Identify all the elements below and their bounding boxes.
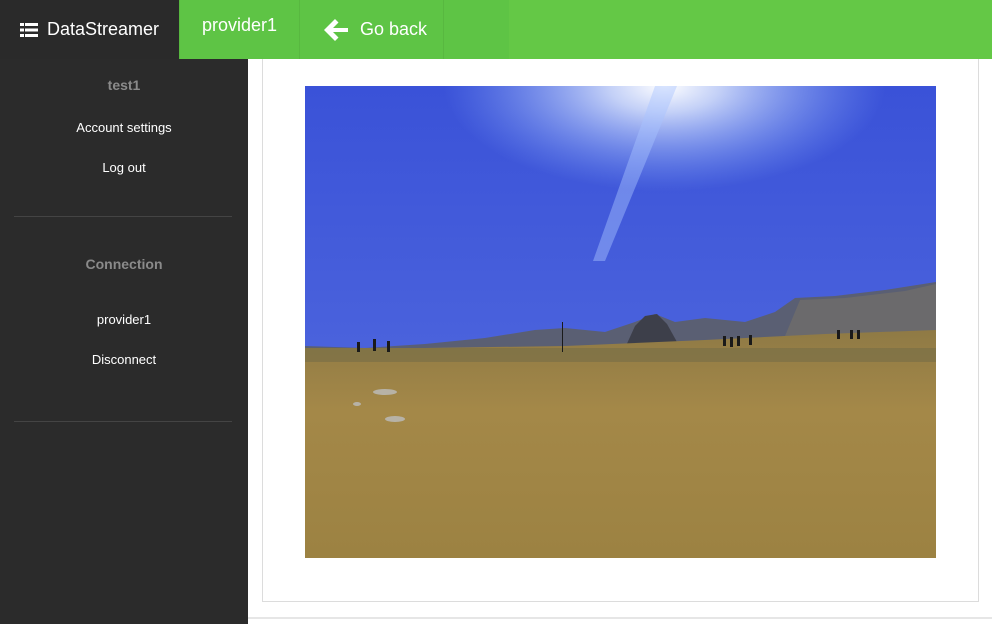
account-settings-link[interactable]: Account settings [0, 120, 248, 135]
provider-tab[interactable]: provider1 [179, 0, 299, 59]
brand-link[interactable]: DataStreamer [0, 0, 179, 59]
go-back-label: Go back [360, 19, 428, 39]
provider-link[interactable]: provider1 [0, 312, 248, 327]
log-out-link[interactable]: Log out [0, 160, 248, 175]
landscape-photo [305, 86, 936, 558]
username: test1 [107, 77, 141, 93]
go-back-button[interactable]: Go back [299, 0, 444, 59]
connection-heading: Connection [85, 256, 163, 272]
arrow-left-icon [324, 18, 348, 41]
navbar-spacer [444, 0, 509, 59]
disconnect-link[interactable]: Disconnect [0, 352, 248, 367]
content-bottom-border [248, 617, 992, 619]
brand-name: DataStreamer [47, 19, 160, 39]
list-icon [20, 22, 38, 37]
provider-label: provider1 [201, 15, 278, 35]
sidebar: test1 Account settings Log out Connectio… [0, 59, 248, 624]
sidebar-divider [14, 216, 232, 217]
sidebar-divider [14, 421, 232, 422]
top-navbar: DataStreamer provider1 Go back [0, 0, 992, 59]
